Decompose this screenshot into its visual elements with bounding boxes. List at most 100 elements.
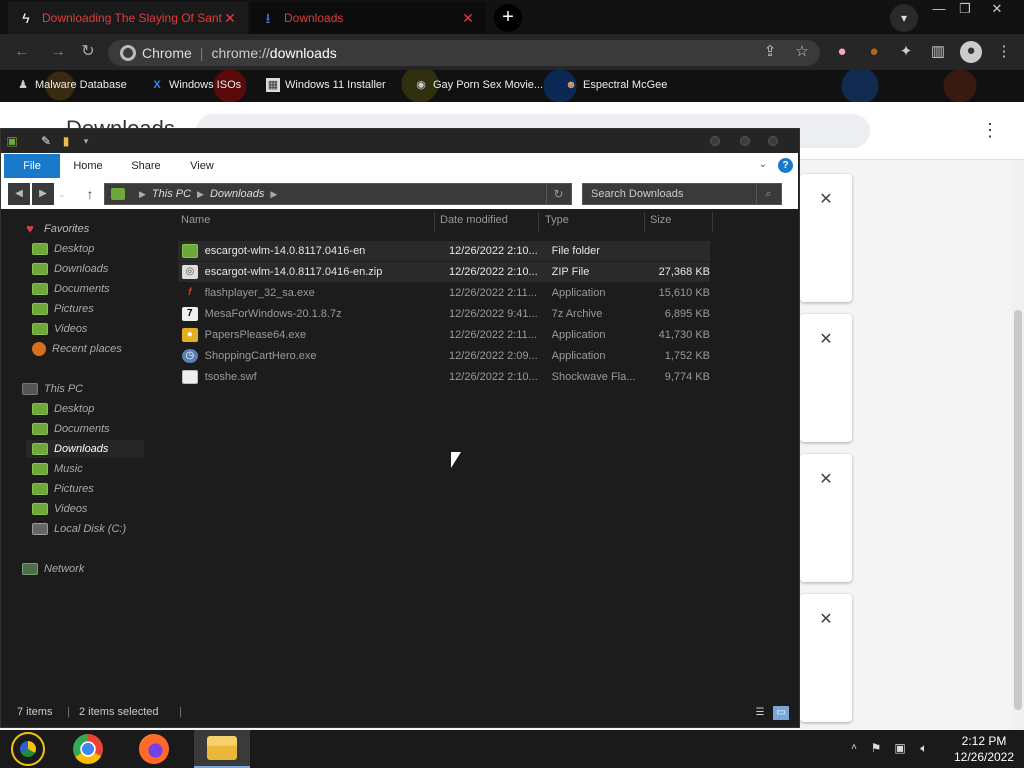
explorer-titlebar[interactable]: [1, 129, 799, 153]
recent-locations-icon[interactable]: ⌄: [58, 184, 72, 204]
profile-icon[interactable]: ●: [960, 41, 982, 63]
nav-pc-downloads[interactable]: Downloads: [26, 440, 144, 458]
details-view-icon[interactable]: ☰: [752, 706, 768, 720]
column-header-size[interactable]: Size: [650, 214, 710, 230]
column-divider[interactable]: [712, 212, 713, 232]
share-icon[interactable]: ⇪: [760, 42, 780, 62]
nav-label: Recent places: [52, 343, 122, 355]
close-window-button[interactable]: ✕: [982, 0, 1012, 18]
sidepanel-icon[interactable]: ▥: [928, 42, 948, 62]
scrollbar-thumb[interactable]: [1014, 310, 1022, 710]
bookmark-malware[interactable]: ♟ Malware Database: [16, 76, 127, 94]
nav-pc-music[interactable]: Music: [32, 460, 144, 478]
column-header-type[interactable]: Type: [545, 214, 645, 230]
explorer-close-button[interactable]: [768, 136, 778, 146]
search-icon[interactable]: ⌕: [756, 184, 780, 204]
puzzle-icon[interactable]: ✦: [896, 42, 916, 62]
file-row[interactable]: tsoshe.swf 12/26/2022 2:10... Shockwave …: [178, 367, 710, 387]
recent-places-icon: [32, 342, 46, 356]
nav-favorites[interactable]: ♥ Favorites: [22, 220, 162, 238]
nav-pc-documents[interactable]: Documents: [32, 420, 144, 438]
taskbar-file-explorer[interactable]: [194, 730, 250, 768]
properties-icon[interactable]: ✎: [38, 133, 54, 149]
bookmark-site[interactable]: ◉ Gay Porn Sex Movie...: [414, 76, 543, 94]
taskbar-chrome-canary[interactable]: [0, 730, 56, 768]
breadcrumb-this-pc[interactable]: This PC: [152, 188, 191, 200]
search-input[interactable]: Search Downloads: [582, 183, 782, 205]
tab-search-button[interactable]: ▾: [890, 4, 918, 32]
nav-fav-downloads[interactable]: Downloads: [32, 260, 144, 278]
nav-fav-pictures[interactable]: Pictures: [32, 300, 144, 318]
nav-fav-videos[interactable]: Videos: [32, 320, 144, 338]
ribbon-tab-home[interactable]: Home: [68, 155, 108, 177]
7z-icon: 7: [182, 307, 198, 321]
tab-downloading[interactable]: ϟ Downloading The Slaying Of Sant ✕: [8, 2, 248, 34]
column-divider[interactable]: [644, 212, 645, 232]
address-bar[interactable]: ▶ This PC ▶ Downloads ▶: [104, 183, 572, 205]
restore-button[interactable]: ❐: [950, 0, 980, 18]
downloads-menu-icon[interactable]: ⋮: [980, 118, 1000, 142]
file-row[interactable]: ◷ ShoppingCartHero.exe 12/26/2022 2:09..…: [178, 346, 710, 366]
volume-icon[interactable]: 🔈︎: [916, 740, 932, 756]
bookmark-windows-isos[interactable]: X Windows ISOs: [150, 76, 241, 94]
nav-pc-desktop[interactable]: Desktop: [32, 400, 144, 418]
expand-ribbon-icon[interactable]: ⌄: [756, 158, 770, 172]
refresh-button[interactable]: ↻: [546, 184, 570, 204]
bookmark-espectral[interactable]: ☻ Espectral McGee: [564, 76, 667, 94]
breadcrumb-downloads[interactable]: Downloads: [210, 188, 264, 200]
tab-downloads[interactable]: ⭳ Downloads ✕: [250, 2, 486, 34]
help-icon[interactable]: ?: [778, 158, 793, 173]
ribbon-tab-view[interactable]: View: [182, 155, 222, 177]
nav-network[interactable]: Network: [22, 560, 162, 578]
column-header-date[interactable]: Date modified: [440, 214, 540, 230]
close-icon[interactable]: ✕: [460, 10, 476, 27]
show-hidden-icons-icon[interactable]: ˄: [846, 740, 862, 756]
nav-fav-documents[interactable]: Documents: [32, 280, 144, 298]
file-row[interactable]: ◎ escargot-wlm-14.0.8117.0416-en.zip 12/…: [178, 262, 710, 282]
nav-pc-pictures[interactable]: Pictures: [32, 480, 144, 498]
column-divider[interactable]: [434, 212, 435, 232]
file-row[interactable]: ● PapersPlease64.exe 12/26/2022 2:11... …: [178, 325, 710, 345]
menu-icon[interactable]: ⋮: [994, 42, 1014, 62]
star-icon[interactable]: ☆: [792, 42, 812, 62]
forward-button[interactable]: →: [48, 42, 68, 62]
close-icon[interactable]: ✕: [222, 10, 238, 27]
back-button[interactable]: ←: [12, 42, 32, 62]
ribbon-tab-file[interactable]: File: [4, 154, 60, 178]
back-button[interactable]: ◀: [8, 183, 30, 205]
column-divider[interactable]: [538, 212, 539, 232]
up-button[interactable]: ↑: [82, 183, 98, 205]
avatar-extension-icon[interactable]: ●: [864, 42, 884, 62]
flag-icon[interactable]: ⚑: [868, 740, 884, 756]
qat-chevron-icon[interactable]: ▾: [78, 133, 94, 149]
nav-pc-videos[interactable]: Videos: [32, 500, 144, 518]
nav-this-pc[interactable]: This PC: [22, 380, 162, 398]
network-tray-icon[interactable]: ▣: [892, 740, 908, 756]
clock[interactable]: 2:12 PM 12/26/2022: [948, 733, 1020, 765]
file-row[interactable]: f flashplayer_32_sa.exe 12/26/2022 2:11.…: [178, 283, 710, 303]
flag-extension-icon[interactable]: ●: [832, 42, 852, 62]
forward-button[interactable]: ▶: [32, 183, 54, 205]
remove-download-icon[interactable]: ✕: [816, 330, 836, 350]
taskbar-firefox[interactable]: [126, 730, 182, 768]
remove-download-icon[interactable]: ✕: [816, 190, 836, 210]
file-row[interactable]: 7 MesaForWindows-20.1.8.7z 12/26/2022 9:…: [178, 304, 710, 324]
reload-button[interactable]: ↻: [78, 42, 98, 62]
url-prefix: chrome://: [211, 45, 270, 61]
explorer-minimize-button[interactable]: [710, 136, 720, 146]
column-header-name[interactable]: Name: [181, 214, 431, 230]
taskbar-chrome[interactable]: [60, 730, 116, 768]
new-folder-icon[interactable]: ▮: [58, 133, 74, 149]
large-icons-view-icon[interactable]: ▭: [773, 706, 789, 720]
nav-pc-local-disk[interactable]: Local Disk (C:): [32, 520, 144, 538]
nav-fav-desktop[interactable]: Desktop: [32, 240, 144, 258]
omnibox[interactable]: Chrome | chrome://downloads: [108, 40, 820, 66]
ribbon-tab-share[interactable]: Share: [124, 155, 168, 177]
bookmark-win11[interactable]: ▦ Windows 11 Installer: [266, 76, 386, 94]
remove-download-icon[interactable]: ✕: [816, 470, 836, 490]
explorer-maximize-button[interactable]: [740, 136, 750, 146]
file-row[interactable]: escargot-wlm-14.0.8117.0416-en 12/26/202…: [178, 241, 710, 261]
nav-fav-recent[interactable]: Recent places: [32, 340, 144, 358]
new-tab-button[interactable]: +: [494, 4, 522, 32]
remove-download-icon[interactable]: ✕: [816, 610, 836, 630]
